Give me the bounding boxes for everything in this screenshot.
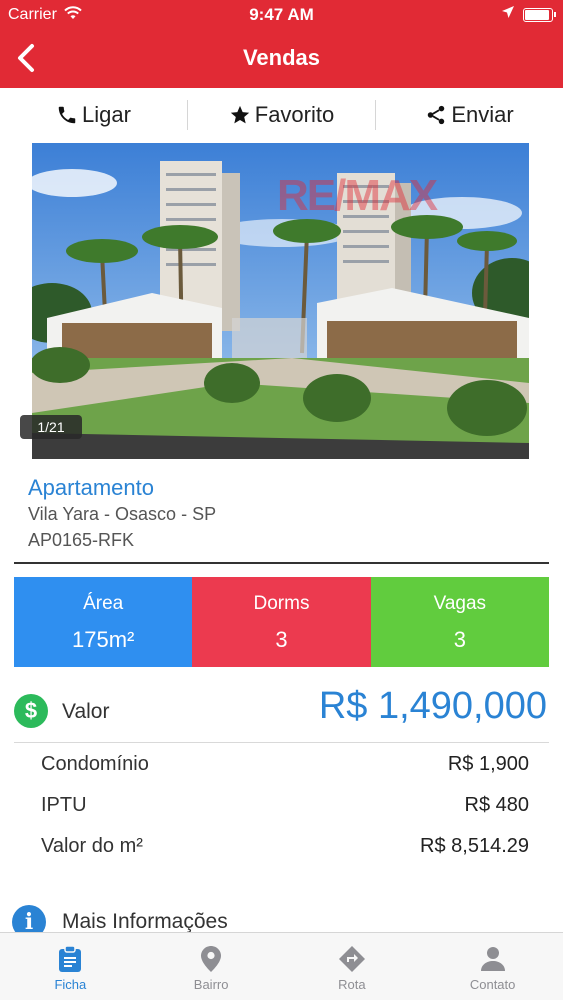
top-bar: Carrier 9:47 AM Vendas (0, 0, 563, 88)
more-info-header[interactable]: Mais Informações (62, 910, 228, 934)
detail-label: IPTU (41, 794, 87, 816)
photo-counter: 1/21 (20, 415, 82, 439)
tab-bar: Ficha Bairro Rota Contato (0, 932, 563, 1000)
tab-contato[interactable]: Contato (422, 933, 563, 1000)
stat-vagas-label: Vagas (433, 593, 487, 614)
favorite-button[interactable]: Favorito (187, 100, 375, 130)
page-title: Vendas (242, 45, 321, 70)
person-icon (480, 945, 506, 973)
tab-contato-label: Contato (469, 977, 516, 992)
share-icon (428, 105, 445, 125)
detail-label: Condomínio (41, 753, 149, 775)
star-icon (230, 105, 249, 124)
stat-vagas: Vagas 3 (370, 577, 549, 667)
stat-vagas-value: 3 (453, 627, 466, 652)
favorite-label: Favorito (254, 102, 335, 127)
property-type: Apartamento (28, 475, 154, 500)
dollar-icon: $ (14, 694, 48, 728)
stat-dorms-value: 3 (275, 627, 288, 652)
share-label: Enviar (451, 102, 514, 127)
location-arrow-icon (501, 5, 515, 24)
stat-dorms: Dorms 3 (192, 577, 371, 667)
stat-area-label: Área (83, 593, 124, 614)
tab-ficha-label: Ficha (54, 977, 87, 992)
action-row: Ligar Favorito Enviar (0, 92, 563, 138)
tab-rota-label: Rota (338, 977, 366, 992)
share-button[interactable]: Enviar (375, 100, 563, 130)
clipboard-icon (57, 945, 83, 973)
property-photo[interactable]: RE/MAX (32, 143, 529, 459)
price-amount: R$ 1,490,000 (318, 685, 547, 727)
stat-area: Área 175m² (14, 577, 193, 667)
tab-bairro[interactable]: Bairro (141, 933, 282, 1000)
clock: 9:47 AM (249, 5, 314, 24)
detail-value: R$ 8,514.29 (420, 835, 529, 857)
stat-area-value: 175m² (71, 627, 135, 652)
photo-watermark: RE/MAX (277, 171, 438, 220)
property-stats: Área 175m² Dorms 3 Vagas 3 (14, 577, 549, 667)
tab-ficha[interactable]: Ficha (0, 933, 141, 1000)
property-code: AP0165-RFK (28, 530, 135, 550)
map-pin-icon (200, 945, 222, 973)
chevron-left-icon (18, 44, 34, 72)
tab-bairro-label: Bairro (193, 977, 229, 992)
detail-value: R$ 480 (464, 794, 530, 816)
call-button[interactable]: Ligar (0, 92, 187, 138)
detail-value: R$ 1,900 (447, 753, 529, 775)
directions-icon (338, 945, 366, 973)
divider (14, 742, 549, 743)
property-address: Vila Yara - Osasco - SP (28, 504, 217, 524)
stat-dorms-label: Dorms (253, 593, 310, 614)
nav-bar: Vendas (0, 30, 563, 88)
back-button[interactable] (10, 40, 46, 76)
phone-icon (58, 106, 76, 124)
detail-label: Valor do m² (41, 835, 143, 857)
status-bar: Carrier 9:47 AM (0, 0, 563, 30)
divider (14, 562, 549, 564)
tab-rota[interactable]: Rota (282, 933, 423, 1000)
price-label: Valor (62, 700, 110, 723)
battery-icon (523, 8, 556, 22)
call-label: Ligar (82, 102, 131, 127)
